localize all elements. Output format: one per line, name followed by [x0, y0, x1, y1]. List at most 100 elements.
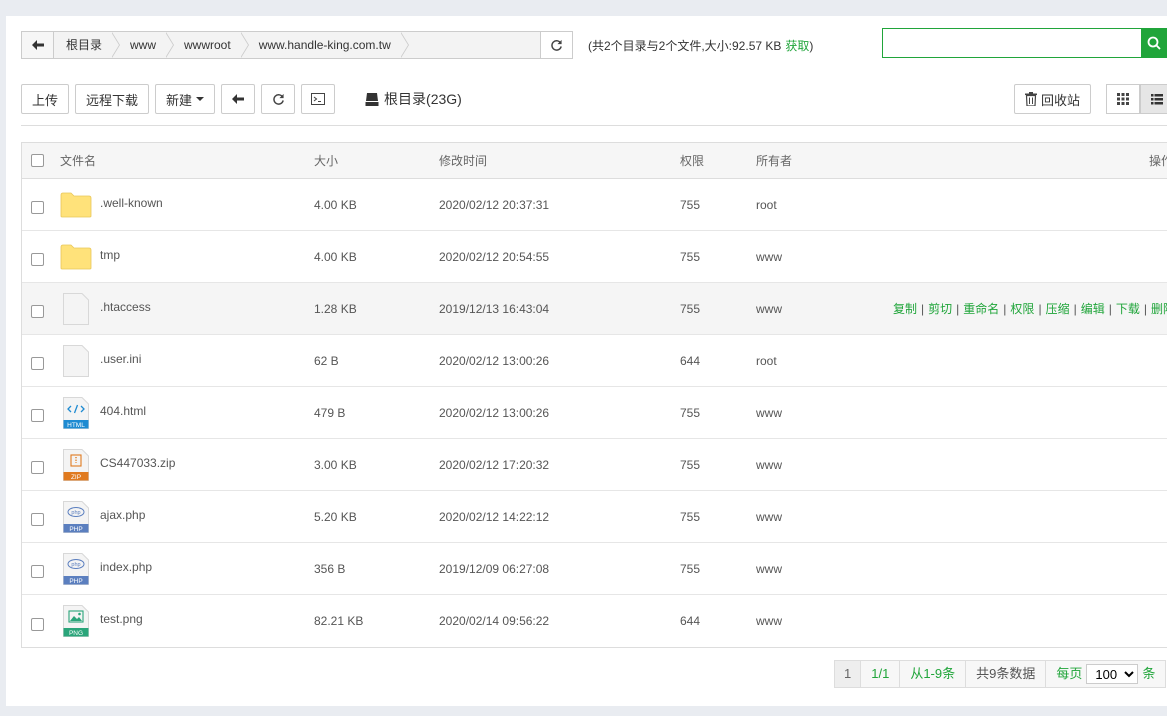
row-action[interactable]: 编辑	[1081, 300, 1105, 317]
table-row[interactable]: PNG test.png 82.21 KB 2020/02/14 09:56:22 64…	[22, 595, 1167, 647]
refresh-icon	[551, 39, 562, 51]
row-name-cell[interactable]: .well-known	[60, 179, 163, 230]
file-owner[interactable]: www	[756, 439, 782, 490]
file-perm[interactable]: 755	[680, 439, 700, 490]
file-perm[interactable]: 755	[680, 491, 700, 542]
address-refresh-button[interactable]	[540, 32, 572, 58]
file-perm[interactable]: 644	[680, 595, 700, 647]
row-action[interactable]: 删除	[1151, 300, 1167, 317]
row-action[interactable]: 下载	[1116, 300, 1140, 317]
row-checkbox[interactable]	[31, 617, 44, 631]
table-row[interactable]: php PHP index.php 356 B 2019/12/09 06:27:08 7…	[22, 543, 1167, 595]
header-size[interactable]: 大小	[314, 143, 338, 178]
row-checkbox-cell	[31, 494, 44, 545]
file-name[interactable]: ajax.php	[100, 508, 145, 522]
table-row[interactable]: tmp 4.00 KB 2020/02/12 20:54:55 755 www	[22, 231, 1167, 283]
table-row[interactable]: HTML 404.html 479 B 2020/02/12 13:00:26 755 w…	[22, 387, 1167, 439]
file-owner[interactable]: www	[756, 231, 782, 282]
file-owner[interactable]: root	[756, 335, 777, 386]
file-name[interactable]: .well-known	[100, 196, 163, 210]
row-checkbox[interactable]	[31, 513, 44, 526]
row-name-cell[interactable]: .user.ini	[60, 335, 141, 386]
row-action[interactable]: 剪切	[928, 300, 952, 317]
back-button[interactable]	[221, 84, 256, 114]
row-name-cell[interactable]: ZIP CS447033.zip	[60, 439, 175, 490]
file-perm[interactable]: 755	[680, 179, 700, 230]
file-owner[interactable]: www	[756, 387, 782, 438]
header-name[interactable]: 文件名	[60, 143, 96, 178]
refresh-button[interactable]	[261, 84, 296, 114]
file-name[interactable]: .htaccess	[100, 300, 151, 314]
page-current[interactable]: 1	[835, 661, 862, 687]
breadcrumb-item-www[interactable]: www	[112, 32, 175, 58]
list-view-button[interactable]	[1140, 84, 1167, 114]
search-input[interactable]	[883, 29, 1141, 57]
table-row[interactable]: .htaccess 1.28 KB 2019/12/13 16:43:04 755 ww…	[22, 283, 1167, 335]
upload-button[interactable]: 上传	[21, 84, 70, 114]
row-name-wrap: .user.ini	[60, 344, 141, 377]
file-perm[interactable]: 755	[680, 283, 700, 334]
row-action[interactable]: 权限	[1010, 300, 1034, 317]
hard-drive-icon	[365, 92, 379, 106]
breadcrumb-item-site[interactable]: www.handle-king.com.tw	[240, 32, 409, 58]
file-name[interactable]: 404.html	[100, 404, 146, 418]
select-all-checkbox[interactable]	[31, 154, 44, 167]
file-type-badge: ZIP	[71, 474, 81, 481]
row-checkbox-cell	[31, 546, 44, 597]
recycle-bin-button[interactable]: 回收站	[1014, 84, 1092, 114]
file-perm[interactable]: 755	[680, 387, 700, 438]
row-checkbox[interactable]	[31, 357, 44, 370]
file-owner[interactable]: www	[756, 283, 782, 334]
file-owner[interactable]: root	[756, 179, 777, 230]
per-page-select[interactable]: 100	[1086, 664, 1139, 684]
file-perm[interactable]: 644	[680, 335, 700, 386]
row-name-cell[interactable]: tmp	[60, 231, 120, 282]
header-mtime[interactable]: 修改时间	[439, 143, 487, 178]
file-owner[interactable]: www	[756, 543, 782, 594]
file-perm[interactable]: 755	[680, 231, 700, 282]
row-name-cell[interactable]: HTML 404.html	[60, 387, 146, 438]
row-action[interactable]: 复制	[893, 300, 917, 317]
terminal-button[interactable]	[301, 84, 336, 114]
file-mtime: 2020/02/12 13:00:26	[439, 353, 550, 368]
row-checkbox[interactable]	[31, 253, 44, 266]
row-checkbox[interactable]	[31, 305, 44, 318]
table-row[interactable]: ZIP CS447033.zip 3.00 KB 2020/02/12 17:20:3…	[22, 439, 1167, 491]
row-name-cell[interactable]: PNG test.png	[60, 595, 143, 647]
file-name[interactable]: test.png	[100, 612, 143, 626]
row-name-cell[interactable]: php PHP ajax.php	[60, 491, 145, 542]
action-separator: |	[1143, 301, 1147, 316]
row-checkbox[interactable]	[31, 565, 44, 578]
row-name-cell[interactable]: .htaccess	[60, 283, 151, 334]
file-perm[interactable]: 755	[680, 543, 700, 594]
search-box	[882, 28, 1167, 58]
row-action[interactable]: 压缩	[1046, 300, 1070, 317]
breadcrumb-spacer[interactable]	[400, 32, 540, 58]
table-row[interactable]: .user.ini 62 B 2020/02/12 13:00:26 644 root	[22, 335, 1167, 387]
row-checkbox[interactable]	[31, 461, 44, 474]
php-file-icon: php PHP	[63, 552, 89, 585]
remote-download-button[interactable]: 远程下载	[75, 84, 150, 114]
file-owner[interactable]: www	[756, 595, 782, 647]
file-name[interactable]: tmp	[100, 248, 120, 262]
new-dropdown-button[interactable]: 新建	[155, 84, 216, 114]
breadcrumb-item-wwwroot[interactable]: wwwroot	[166, 32, 249, 58]
breadcrumb-item-root[interactable]: 根目录	[54, 32, 121, 58]
table-row[interactable]: php PHP ajax.php 5.20 KB 2020/02/12 14:22:12…	[22, 491, 1167, 543]
disk-selector[interactable]: 根目录(23G)	[365, 89, 462, 109]
grid-view-button[interactable]	[1106, 84, 1140, 114]
grid-icon	[1117, 93, 1129, 105]
get-size-link[interactable]: 获取	[785, 39, 809, 53]
address-back-button[interactable]	[22, 32, 54, 58]
table-row[interactable]: .well-known 4.00 KB 2020/02/12 20:37:31 755…	[22, 179, 1167, 231]
row-action[interactable]: 重命名	[963, 300, 999, 317]
search-button[interactable]	[1141, 28, 1167, 58]
file-owner[interactable]: www	[756, 491, 782, 542]
file-size: 356 B	[314, 561, 346, 576]
row-checkbox[interactable]	[31, 409, 44, 422]
file-name[interactable]: CS447033.zip	[100, 456, 175, 470]
row-checkbox[interactable]	[31, 201, 44, 214]
row-name-cell[interactable]: php PHP index.php	[60, 543, 152, 594]
file-name[interactable]: .user.ini	[100, 352, 141, 366]
file-name[interactable]: index.php	[100, 560, 152, 574]
